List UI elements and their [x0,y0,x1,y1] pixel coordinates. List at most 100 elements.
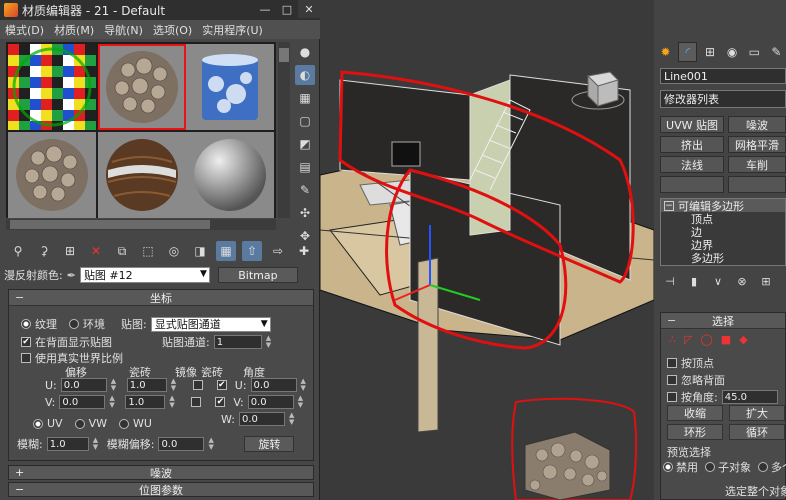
map-channel-field[interactable]: 1 [213,335,262,349]
sample-slot-default[interactable] [186,132,274,218]
u-tile-checkbox[interactable]: ✔ [216,380,227,390]
pick-material-icon[interactable]: ✚ [294,241,314,261]
coordinates-rollout-header[interactable]: − 坐标 [9,290,313,306]
menu-utilities[interactable]: 实用程序(U) [197,22,268,38]
utilities-tab-icon[interactable]: ✎ [767,42,786,62]
motion-tab-icon[interactable]: ◉ [723,42,742,62]
u-angle-field[interactable]: 0.0 [250,378,297,392]
make-unique-icon[interactable]: ∨ [708,275,728,288]
selection-rollout-header[interactable]: − 选择 [661,313,785,329]
vertex-select-icon[interactable]: ∴ [669,333,676,346]
select-by-material-icon[interactable]: ✣ [295,203,315,223]
ignore-backfacing-checkbox[interactable] [667,375,677,385]
border-select-icon[interactable]: ◯ [700,333,712,346]
uv-tiling-icon[interactable]: ▢ [295,111,315,131]
maximize-button[interactable]: □ [276,0,298,18]
sample-type-icon[interactable]: ● [295,42,315,62]
put-library-icon[interactable]: ⬚ [138,241,158,261]
close-button[interactable]: ✕ [298,0,320,18]
go-parent-icon[interactable]: ⇧ [242,241,262,261]
u-angle-spinner[interactable]: ▲ ▼ [301,378,307,392]
stack-vertex[interactable]: 顶点 [661,212,785,226]
edge-select-icon[interactable]: ◸ [684,333,692,346]
get-material-icon[interactable]: ⚲ [8,241,28,261]
menu-options[interactable]: 选项(O) [148,22,197,38]
show-back-checkbox[interactable]: ✔ [21,337,31,347]
texture-radio[interactable] [21,319,31,329]
v-mirror-checkbox[interactable] [191,397,202,407]
display-tab-icon[interactable]: ▭ [745,42,764,62]
blur-field[interactable]: 1.0 [46,437,89,451]
environ-radio[interactable] [69,319,79,329]
angle-field[interactable]: 45.0 [721,390,778,404]
u-tiling-field[interactable]: 1.0 [126,378,167,392]
vw-radio[interactable] [74,418,85,429]
options-icon[interactable]: ✎ [295,180,315,200]
sample-slot-sky[interactable] [186,44,274,130]
v-angle-spinner[interactable]: ▲ ▼ [298,395,304,409]
polygon-select-icon[interactable]: ■ [721,333,731,346]
stack-edge[interactable]: 边 [661,225,785,239]
put-to-scene-icon[interactable]: ⚳ [34,241,54,261]
v-tiling-spinner[interactable]: ▲ ▼ [169,395,175,409]
normal-button[interactable]: 法线 [660,156,724,173]
grow-button[interactable]: 扩大 [729,405,785,421]
noise-button[interactable]: 噪波 [728,116,786,133]
make-preview-icon[interactable]: ▤ [295,157,315,177]
uv-radio[interactable] [33,418,43,429]
lathe-button[interactable]: 车削 [728,156,786,173]
material-name-combo[interactable]: 贴图 #12 ▼ [79,267,210,283]
show-end-result-icon[interactable]: ▮ [684,275,704,288]
loop-button[interactable]: 循环 [729,424,785,440]
u-offset-field[interactable]: 0.0 [60,378,107,392]
material-id-icon[interactable]: ◎ [164,241,184,261]
reset-map-icon[interactable]: ✕ [86,241,106,261]
wu-radio[interactable] [118,418,129,429]
uvw-map-button[interactable]: UVW 贴图 [660,116,724,133]
hierarchy-tab-icon[interactable]: ⊞ [700,42,719,62]
slots-vscrollbar[interactable] [278,42,290,218]
element-select-icon[interactable]: ◆ [739,333,747,346]
disabled-radio[interactable] [663,462,673,472]
bitmap-params-rollout-header[interactable]: − 位图参数 [8,482,314,497]
menu-mode[interactable]: 模式(D) [0,22,49,38]
real-world-checkbox[interactable] [21,353,31,363]
mapping-combo[interactable]: 显式贴图通道 ▼ [150,316,271,332]
w-angle-field[interactable]: 0.0 [238,412,285,426]
slots-hscrollbar[interactable] [6,219,276,230]
object-name-field[interactable]: Line001 [660,68,786,84]
remove-modifier-icon[interactable]: ⊗ [732,275,752,288]
multi-radio[interactable] [758,462,768,472]
make-unique-icon[interactable]: ⧉ [112,241,132,261]
map-channel-spinner[interactable]: ▲ ▼ [266,335,272,349]
minimize-button[interactable]: — [254,0,276,18]
by-vertex-checkbox[interactable] [667,358,677,368]
v-offset-field[interactable]: 0.0 [59,395,106,409]
u-tiling-spinner[interactable]: ▲ ▼ [171,378,177,392]
backlight-icon[interactable]: ◐ [295,65,315,85]
shrink-button[interactable]: 收缩 [667,405,723,421]
extrude-button[interactable]: 挤出 [660,136,724,153]
blur-spinner[interactable]: ▲ ▼ [93,437,99,451]
menu-navigation[interactable]: 导航(N) [99,22,148,38]
configure-icon[interactable]: ⊞ [756,275,776,288]
noise-rollout-header[interactable]: + 噪波 [8,465,314,480]
collapse-icon[interactable]: − [664,200,674,211]
sample-slot-stone-2[interactable] [8,132,96,218]
v-offset-spinner[interactable]: ▲ ▼ [109,395,115,409]
assign-material-icon[interactable]: ⊞ [60,241,80,261]
rotate-button[interactable]: 旋转 [244,436,295,452]
go-sibling-icon[interactable]: ⇨ [268,241,288,261]
v-tile-checkbox[interactable]: ✔ [215,397,226,407]
blur-offset-spinner[interactable]: ▲ ▼ [208,437,214,451]
stack-polygon[interactable]: 多边形 [661,251,785,265]
modifier-list-combo[interactable]: 修改器列表 [660,90,786,108]
sample-slot-stone-active[interactable] [98,44,186,130]
show-end-result-icon[interactable]: ▦ [216,241,236,261]
u-offset-spinner[interactable]: ▲ ▼ [111,378,117,392]
w-angle-spinner[interactable]: ▲ ▼ [289,412,295,426]
ring-button[interactable]: 环形 [667,424,723,440]
modify-tab-icon[interactable]: ◜ [678,42,698,62]
sample-slot-checker[interactable] [8,44,96,130]
background-icon[interactable]: ▦ [295,88,315,108]
